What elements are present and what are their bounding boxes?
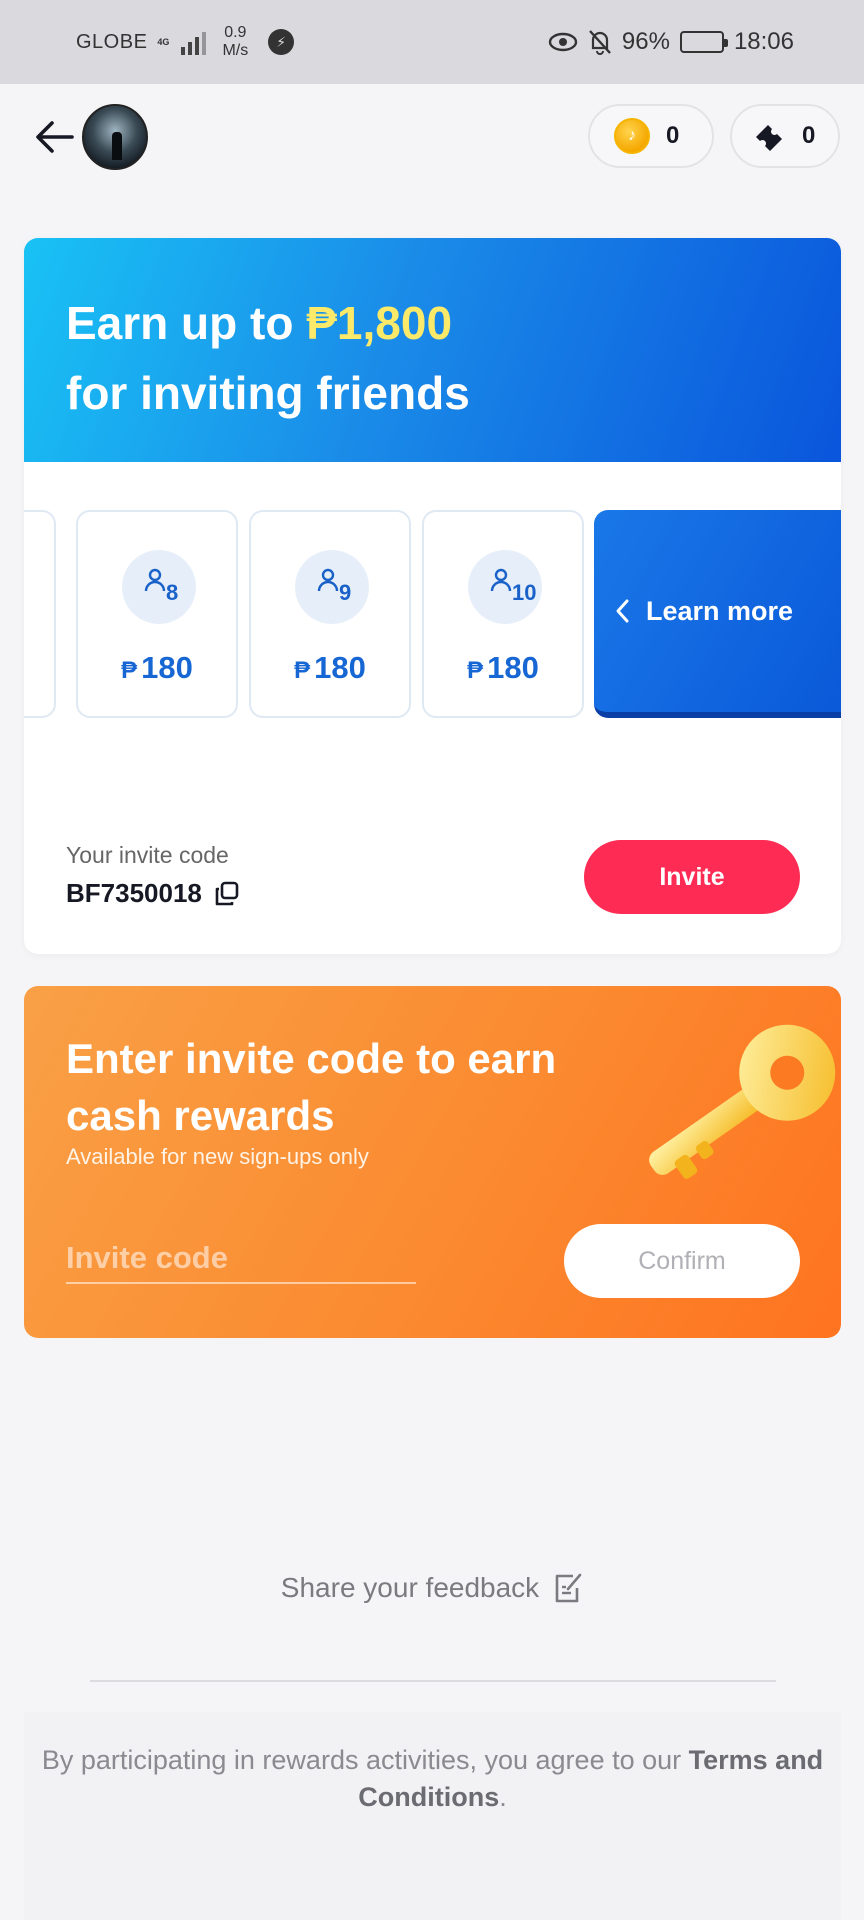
banner-title-line2: for inviting friends [66, 367, 470, 419]
terms-suffix: . [499, 1782, 507, 1812]
learn-more-button[interactable]: Learn more [594, 510, 841, 718]
confirm-button[interactable]: Confirm [564, 1224, 800, 1298]
reward-tiers-carousel[interactable]: 8 ₱ 180 9 ₱ 180 10 ₱ 180 Learn more [24, 510, 841, 720]
status-left: GLOBE 4G 0.9 M/s ⚡ [76, 24, 295, 60]
friend-count-badge: 9 [295, 550, 369, 624]
tier-reward: ₱ 180 [251, 650, 409, 686]
tier-reward: ₱ 180 [424, 650, 582, 686]
status-right: 96% 18:06 [548, 28, 794, 56]
key-icon [649, 1024, 836, 1179]
speed-unit: M/s [222, 42, 249, 59]
banner-title-prefix: Earn up to [66, 297, 307, 349]
invite-code-label: Your invite code [66, 842, 229, 868]
network-speed: 0.9 M/s [222, 24, 248, 60]
friend-count: 8 [166, 580, 179, 605]
coins-balance-button[interactable]: ♪ 0 [588, 104, 714, 168]
coin-icon: ♪ [614, 118, 650, 154]
friend-count: 10 [512, 580, 537, 605]
coins-count: 0 [666, 122, 680, 149]
currency-symbol: ₱ [294, 657, 311, 684]
friend-count: 9 [339, 580, 352, 605]
invite-friends-card: Earn up to ₱1,800 for inviting friends 8… [24, 238, 841, 954]
enter-invite-code-card: Enter invite code to earn cash rewards A… [24, 986, 841, 1338]
currency-symbol: ₱ [121, 657, 138, 684]
enter-code-title: Enter invite code to earn cash rewards [66, 1035, 557, 1139]
status-bar: GLOBE 4G 0.9 M/s ⚡ 96% 18:06 [0, 0, 864, 84]
footer-divider [90, 1680, 776, 1682]
banner-amount: ₱1,800 [306, 297, 453, 349]
invite-code-value: BF7350018 [66, 878, 202, 908]
invite-code-row: BF7350018 [66, 878, 240, 909]
enter-code-subtitle: Available for new sign-ups only [66, 1144, 369, 1169]
network-type: 4G [157, 37, 170, 47]
person-icon [144, 568, 166, 592]
reward-amount: 180 [141, 650, 193, 685]
battery-icon [679, 31, 728, 53]
terms-notice: By participating in rewards activities, … [24, 1712, 841, 1920]
tickets-balance-button[interactable]: 0 [730, 104, 840, 168]
tier-card: 9 ₱ 180 [249, 510, 411, 718]
friend-count-badge: 8 [122, 550, 196, 624]
ticket-icon [756, 125, 782, 151]
tier-card: 8 ₱ 180 [76, 510, 238, 718]
messenger-icon: ⚡ [268, 29, 295, 55]
reward-amount: 180 [314, 650, 366, 685]
friend-count-badge: 10 [468, 550, 542, 624]
copy-icon[interactable] [214, 881, 240, 907]
share-feedback-link[interactable]: Share your feedback [0, 1572, 864, 1604]
clock: 18:06 [733, 28, 794, 55]
mute-bell-icon [589, 30, 611, 55]
carrier-label: GLOBE [76, 30, 148, 53]
banner-title-line1: Earn up to ₱1,800 [66, 288, 799, 358]
feedback-label: Share your feedback [280, 1572, 540, 1603]
terms-prefix: By participating in rewards activities, … [41, 1745, 689, 1775]
reward-amount: 180 [487, 650, 539, 685]
invite-button[interactable]: Invite [584, 840, 800, 914]
avatar[interactable] [82, 104, 148, 170]
tier-card: 10 ₱ 180 [422, 510, 584, 718]
edit-note-icon [555, 1573, 582, 1603]
chevron-left-icon [616, 599, 629, 623]
invite-code-input[interactable] [66, 1236, 416, 1280]
learn-more-label: Learn more [646, 595, 794, 626]
person-icon [490, 568, 512, 592]
invite-code-field[interactable] [66, 1236, 416, 1284]
back-arrow-icon[interactable] [34, 116, 76, 158]
person-icon [317, 568, 339, 592]
speed-value: 0.9 [224, 24, 247, 41]
battery-percent: 96% [621, 28, 670, 55]
tickets-count: 0 [802, 122, 816, 149]
tier-reward: ₱ 180 [78, 650, 236, 686]
invite-banner: Earn up to ₱1,800 for inviting friends [24, 238, 841, 462]
eye-icon [548, 32, 578, 52]
signal-icon [181, 29, 207, 55]
currency-symbol: ₱ [467, 657, 484, 684]
tier-card-partial [24, 510, 56, 718]
